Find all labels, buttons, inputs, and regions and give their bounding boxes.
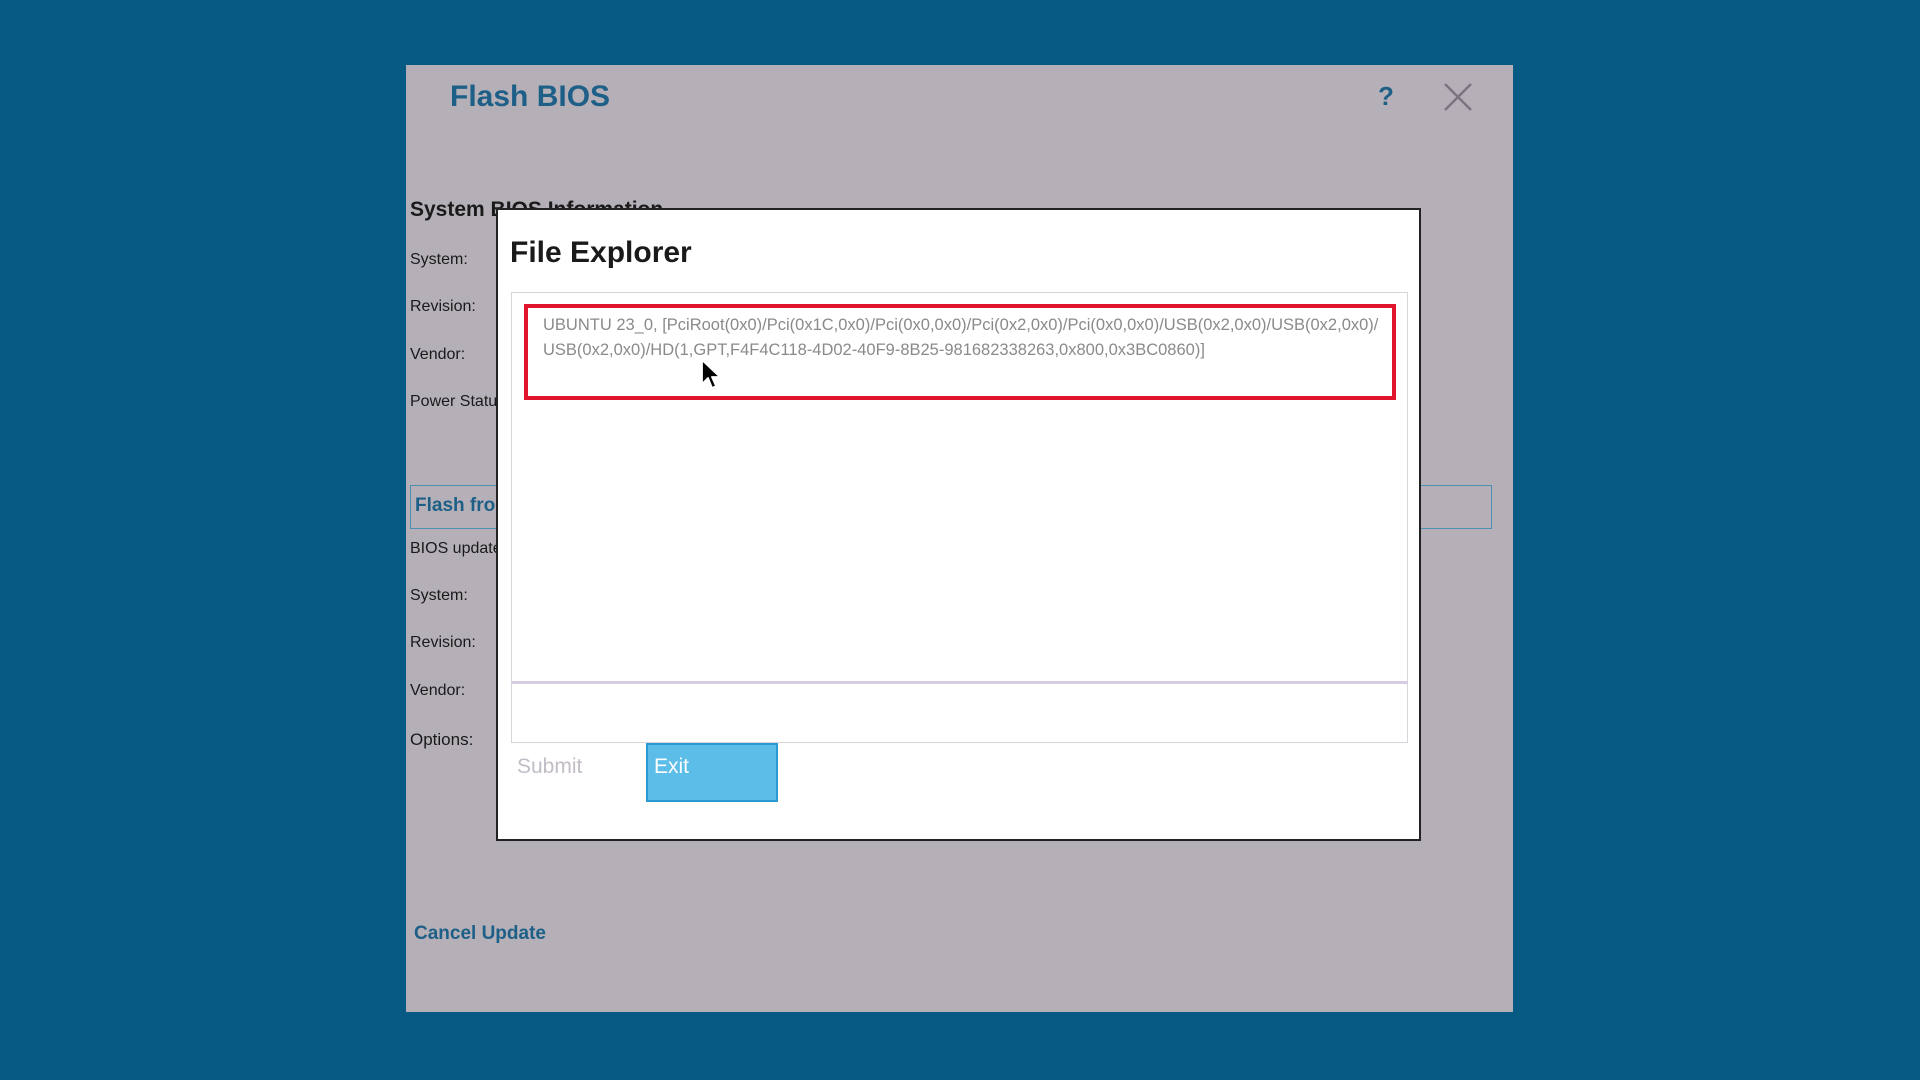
update-vendor-label: Vendor: bbox=[410, 682, 466, 699]
options-label: Options: bbox=[410, 730, 474, 749]
help-button[interactable]: ? bbox=[1371, 81, 1401, 111]
dialog-title: File Explorer bbox=[510, 236, 692, 269]
exit-button[interactable]: Exit bbox=[646, 743, 778, 802]
file-list[interactable]: UBUNTU 23_0, [PciRoot(0x0)/Pci(0x1C,0x0)… bbox=[511, 292, 1408, 684]
close-icon[interactable] bbox=[1436, 75, 1480, 119]
mouse-cursor-icon bbox=[700, 358, 724, 392]
submit-button[interactable]: Submit bbox=[517, 755, 582, 779]
path-input[interactable] bbox=[511, 684, 1408, 743]
power-status-label: Power Status: bbox=[410, 393, 510, 410]
revision-label: Revision: bbox=[410, 298, 476, 315]
file-explorer-dialog: File Explorer UBUNTU 23_0, [PciRoot(0x0)… bbox=[496, 208, 1421, 841]
update-system-label: System: bbox=[410, 587, 468, 604]
file-list-item[interactable]: UBUNTU 23_0, [PciRoot(0x0)/Pci(0x1C,0x0)… bbox=[524, 304, 1396, 400]
window-title: Flash BIOS bbox=[450, 80, 611, 113]
update-revision-label: Revision: bbox=[410, 634, 476, 651]
system-label: System: bbox=[410, 251, 468, 268]
vendor-label: Vendor: bbox=[410, 346, 466, 363]
cancel-update-link[interactable]: Cancel Update bbox=[414, 923, 546, 945]
bios-update-label: BIOS update bbox=[410, 540, 502, 557]
